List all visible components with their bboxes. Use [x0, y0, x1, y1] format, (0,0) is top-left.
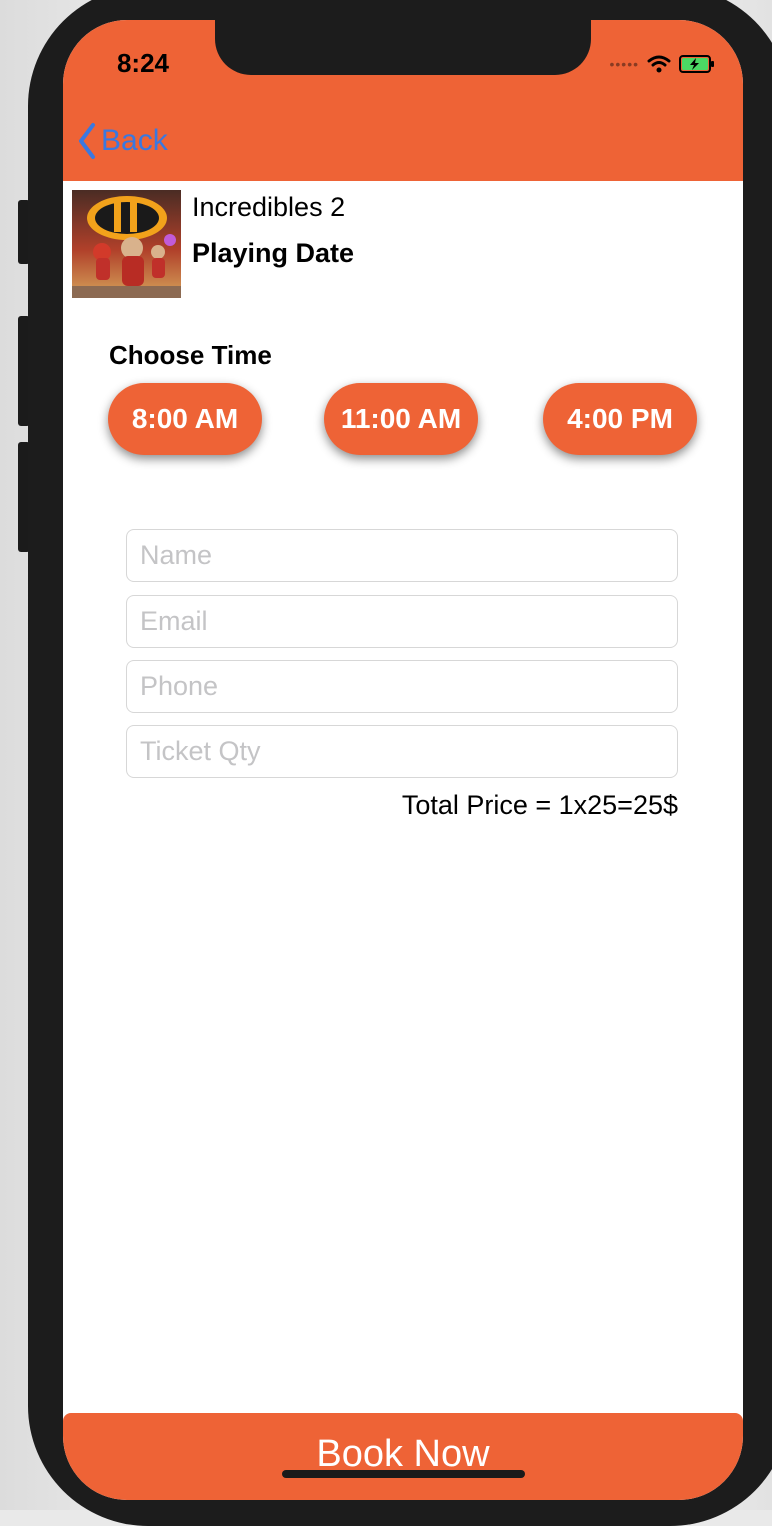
total-price-text: Total Price = 1x25=25$ [401, 790, 678, 820]
email-field[interactable] [126, 595, 678, 648]
ticket-qty-field[interactable] [126, 725, 678, 778]
phone-field[interactable] [126, 660, 678, 713]
showtime-button-4pm[interactable]: 4:00 PM [543, 383, 697, 455]
chevron-left-icon [79, 123, 95, 159]
name-field[interactable] [126, 529, 678, 582]
app-screen: 8:24 ••••• Back Incredibles 2 Playing Da… [63, 20, 743, 1500]
status-icons: ••••• [609, 53, 715, 75]
movie-poster-image [72, 190, 181, 298]
choose-time-label: Choose Time [109, 340, 272, 370]
home-indicator [282, 1470, 525, 1478]
screen-notch [215, 20, 591, 75]
navigation-header: 8:24 ••••• Back [63, 20, 743, 181]
movie-title: Incredibles 2 [192, 192, 346, 222]
playing-date-label: Playing Date [192, 238, 355, 268]
battery-charging-icon [679, 55, 714, 73]
showtime-button-8am[interactable]: 8:00 AM [108, 383, 262, 455]
book-now-button[interactable]: Book Now [63, 1413, 743, 1500]
showtime-button-11am[interactable]: 11:00 AM [324, 383, 478, 455]
back-button[interactable]: Back [77, 120, 168, 162]
status-time: 8:24 [116, 48, 170, 78]
signal-dots-icon: ••••• [609, 56, 639, 72]
wifi-icon [647, 55, 671, 73]
back-label: Back [101, 124, 168, 157]
